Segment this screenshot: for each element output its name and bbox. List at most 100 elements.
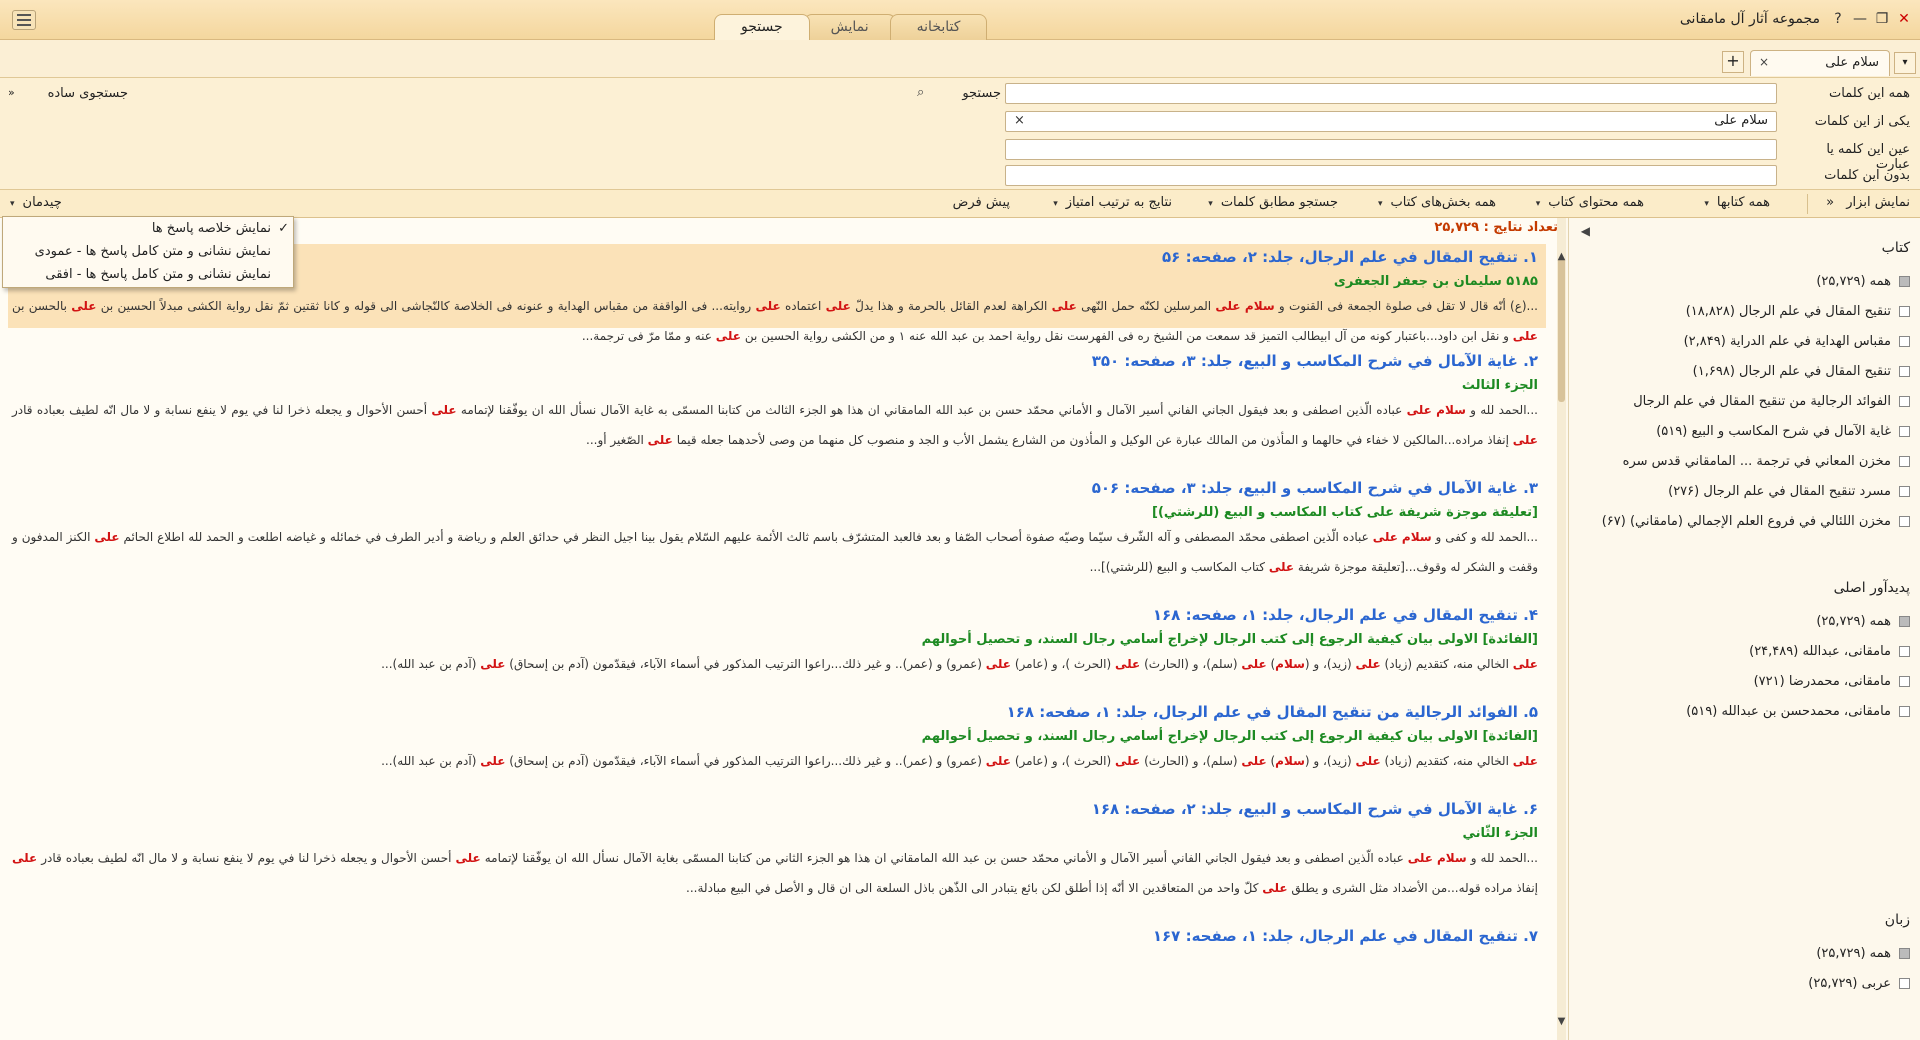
restore-icon[interactable]: ❐	[1872, 9, 1892, 29]
tab-list-dropdown-icon[interactable]: ▾	[1894, 52, 1916, 74]
language-facet-item[interactable]: عربی (۲۵,۷۲۹)	[1808, 974, 1910, 994]
book-facet-item[interactable]: مسرد تنقيح المقال في علم الرجال (۲۷۶)	[1668, 482, 1910, 502]
layout-label: چیدمان	[22, 195, 62, 210]
layout-option-horizontal[interactable]: نمایش نشانی و متن کامل پاسخ ها - افقی	[3, 263, 293, 286]
author-facet-item[interactable]: مامقانی، محمدرضا (۷۲۱)	[1754, 672, 1910, 692]
all-words-input[interactable]	[1005, 83, 1777, 104]
default-button[interactable]: پیش فرض	[953, 195, 1010, 215]
content-filter-dropdown[interactable]: همه محتوای کتاب ▾	[1536, 195, 1644, 215]
language-facet-title: زبان	[1884, 912, 1910, 928]
book-facet-label: الفوائد الرجالية من تنقيح المقال في علم …	[1633, 394, 1891, 409]
chevrons-up-icon: «	[8, 86, 15, 99]
sort-order-label: نتایج به ترتیب امتیاز	[1065, 195, 1172, 210]
result-item-5[interactable]: ۵. الفوائد الرجالية من تنقيح المقال في ع…	[8, 699, 1542, 776]
book-facet-item[interactable]: مخزن اللئالي في فروع العلم الإجمالي (مام…	[1602, 512, 1910, 532]
checkbox[interactable]	[1899, 276, 1910, 287]
result-item-6[interactable]: ۶. غاية الآمال في شرح المكاسب و البيع، ج…	[8, 796, 1542, 903]
result-item-3[interactable]: ۳. غاية الآمال في شرح المكاسب و البيع، ج…	[8, 475, 1542, 582]
help-icon[interactable]: ?	[1828, 9, 1848, 29]
doc-tab-salam-ali[interactable]: سلام علی ×	[1750, 50, 1890, 76]
book-facet-item[interactable]: الفوائد الرجالية من تنقيح المقال في علم …	[1633, 392, 1910, 412]
collapse-sidebar-icon[interactable]: ◀	[1581, 224, 1590, 238]
checkbox[interactable]	[1899, 366, 1910, 377]
result-snippet: ...(ع) أنّه قال لا تقل فی صلوة الجمعة فی…	[12, 299, 1538, 343]
checkbox[interactable]	[1899, 948, 1910, 959]
result-title[interactable]: ۴. تنقیح المقال في علم الرجال، جلد: ۱، ص…	[8, 602, 1542, 624]
layout-option-summary[interactable]: ✓ نمایش خلاصه پاسخ ها	[3, 217, 293, 240]
tab-library[interactable]: کتابخانه	[889, 14, 988, 40]
minimize-icon[interactable]: —	[1850, 9, 1870, 29]
title-bar: جستجو نمایش کتابخانه مجموعه آثار آل مامق…	[0, 0, 1920, 40]
book-facet-item[interactable]: مخزن المعاني في ترجمة ... المامقاني قدس …	[1623, 452, 1910, 472]
without-words-label: بدون این کلمات	[1824, 168, 1910, 183]
book-facet-item[interactable]: مقباس الهداية في علم الدراية (۲,۸۴۹)	[1684, 332, 1910, 352]
result-title[interactable]: ۲. غاية الآمال في شرح المكاسب و البيع، ج…	[8, 348, 1542, 370]
simple-search-button[interactable]: جستجوی ساده «	[8, 86, 128, 106]
close-tab-icon[interactable]: ×	[1759, 55, 1769, 69]
author-facet-item[interactable]: همه (۲۵,۷۲۹)	[1816, 612, 1910, 632]
chevron-down-icon: ▾	[1377, 199, 1383, 209]
book-facet-item[interactable]: غاية الآمال في شرح المكاسب و البيع (۵۱۹)	[1656, 422, 1910, 442]
result-item-2[interactable]: ۲. غاية الآمال في شرح المكاسب و البيع، ج…	[8, 348, 1542, 455]
all-words-label: همه این کلمات	[1829, 86, 1910, 101]
language-facet-label: همه (۲۵,۷۲۹)	[1816, 946, 1891, 961]
author-facet-label: مامقانی، محمدحسن بن عبدالله (۵۱۹)	[1686, 704, 1891, 719]
result-snippet: ...الحمد لله و كفى و سلام علی عباده الّذ…	[12, 530, 1538, 574]
result-snippet: ...الحمد لله و سلام علی عباده الّذين اصط…	[12, 851, 1538, 895]
exact-phrase-input[interactable]	[1005, 139, 1777, 160]
results-scrollbar[interactable]	[1557, 218, 1566, 1040]
result-title[interactable]: ۶. غاية الآمال في شرح المكاسب و البيع، ج…	[8, 796, 1542, 818]
checkbox[interactable]	[1899, 486, 1910, 497]
author-facet-item[interactable]: مامقانی، عبدالله (۲۴,۴۸۹)	[1749, 642, 1910, 662]
tab-search[interactable]: جستجو	[714, 14, 810, 40]
add-tab-icon[interactable]: +	[1722, 51, 1744, 73]
results-pane[interactable]: تعداد نتایج : ۲۵,۷۲۹ ۱. تنقیح المقال في …	[0, 218, 1566, 1040]
checkbox[interactable]	[1899, 456, 1910, 467]
scroll-up-icon[interactable]: ▲	[1557, 251, 1566, 262]
search-button[interactable]: جستجو ⌕	[917, 85, 1001, 106]
any-words-input[interactable]: سلام علی ×	[1005, 111, 1777, 132]
checkbox[interactable]	[1899, 706, 1910, 717]
show-tools-label: نمایش ابزار	[1846, 195, 1910, 210]
any-words-label: یکی از این کلمات	[1814, 114, 1910, 129]
results-count-label: تعداد نتایج :	[1483, 220, 1558, 235]
checkbox[interactable]	[1899, 516, 1910, 527]
clear-input-icon[interactable]: ×	[1014, 113, 1025, 128]
checkbox[interactable]	[1899, 676, 1910, 687]
scrollbar-thumb[interactable]	[1558, 258, 1565, 402]
language-facet-item[interactable]: همه (۲۵,۷۲۹)	[1816, 944, 1910, 964]
layout-option-vertical[interactable]: نمایش نشانی و متن کامل پاسخ ها - عمودی	[3, 240, 293, 263]
without-words-input[interactable]	[1005, 165, 1777, 186]
hamburger-menu-icon[interactable]	[12, 10, 36, 30]
checkbox[interactable]	[1899, 426, 1910, 437]
layout-dropdown[interactable]: چیدمان ▾	[10, 195, 62, 215]
result-title[interactable]: ۷. تنقیح المقال في علم الرجال، جلد: ۱، ص…	[8, 923, 1542, 945]
sort-order-dropdown[interactable]: نتایج به ترتیب امتیاز ▾	[1053, 195, 1172, 215]
search-row-exact-phrase: عین این کلمه یا عبارت	[0, 138, 1920, 172]
result-subtitle: الجزء الثّاني	[1462, 826, 1538, 841]
result-item-7[interactable]: ۷. تنقیح المقال في علم الرجال، جلد: ۱، ص…	[8, 923, 1542, 945]
book-facet-item[interactable]: تنقیح المقال في علم الرجال (۱,۶۹۸)	[1693, 362, 1910, 382]
result-item-4[interactable]: ۴. تنقیح المقال في علم الرجال، جلد: ۱، ص…	[8, 602, 1542, 679]
checkbox[interactable]	[1899, 336, 1910, 347]
checkbox[interactable]	[1899, 396, 1910, 407]
book-facet-item[interactable]: تنقیح المقال في علم الرجال (۱۸,۸۲۸)	[1686, 302, 1910, 322]
layout-menu: ✓ نمایش خلاصه پاسخ ها نمایش نشانی و متن …	[2, 216, 294, 288]
result-title[interactable]: ۵. الفوائد الرجالية من تنقيح المقال في ع…	[8, 699, 1542, 721]
checkbox[interactable]	[1899, 978, 1910, 989]
books-facet-title: کتاب	[1881, 240, 1910, 256]
match-mode-dropdown[interactable]: جستجو مطابق کلمات ▾	[1208, 195, 1338, 215]
result-title[interactable]: ۳. غاية الآمال في شرح المكاسب و البيع، ج…	[8, 475, 1542, 497]
tab-view[interactable]: نمایش	[803, 14, 896, 40]
chevron-down-icon: ▾	[1053, 199, 1058, 209]
checkbox[interactable]	[1899, 616, 1910, 627]
sections-filter-dropdown[interactable]: همه بخش‌های کتاب ▾	[1378, 195, 1496, 215]
author-facet-item[interactable]: مامقانی، محمدحسن بن عبدالله (۵۱۹)	[1686, 702, 1910, 722]
books-filter-dropdown[interactable]: همه کتابها ▾	[1704, 195, 1770, 215]
show-tools-button[interactable]: نمایش ابزار «	[1826, 195, 1910, 215]
checkbox[interactable]	[1899, 646, 1910, 657]
close-icon[interactable]: ✕	[1894, 9, 1914, 29]
book-facet-item[interactable]: همه (۲۵,۷۲۹)	[1816, 272, 1910, 292]
scroll-down-icon[interactable]: ▼	[1557, 1016, 1566, 1027]
checkbox[interactable]	[1899, 306, 1910, 317]
